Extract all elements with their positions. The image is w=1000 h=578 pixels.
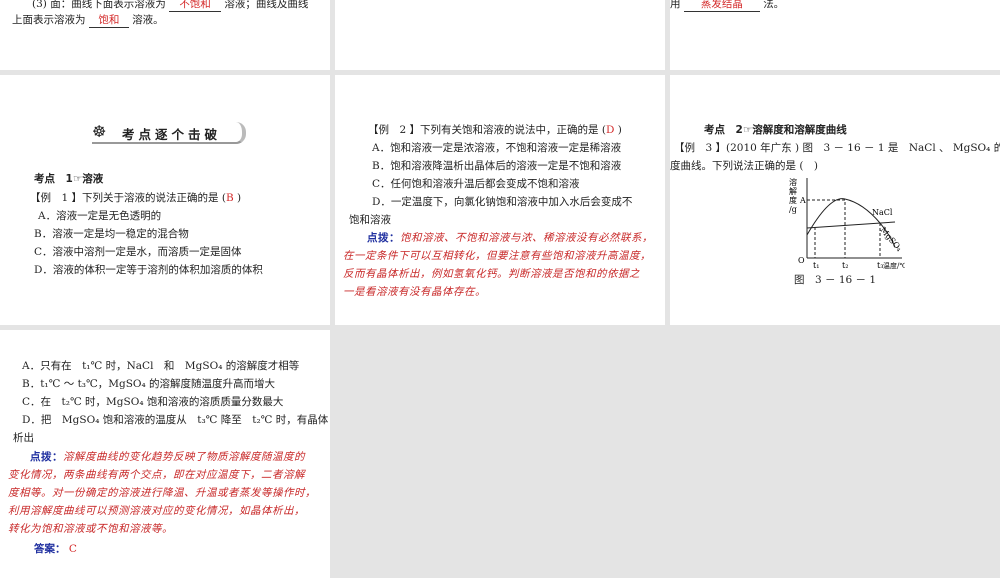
answer-blank: 不饱和 (169, 0, 222, 12)
pointing-hand-icon: ☞ (742, 124, 753, 136)
tip-line: 反而有晶体析出，例如氢氧化钙。判断溶液是否饱和的依据之 (343, 268, 640, 280)
option: C．任何饱和溶液升温后都会变成不饱和溶液 (372, 178, 580, 190)
question: 【例 3 】(2010 年广东 ) 图 3 － 16 － 1 是 NaCl 、 … (674, 142, 1000, 154)
text: (3) 面：曲线下面表示溶液为 (32, 0, 166, 10)
answer-label: 答案： (34, 543, 66, 555)
guide-lines (807, 199, 881, 258)
tip-line: 在一定条件下可以互相转化，但要注意有些饱和溶液升高温度， (343, 250, 651, 262)
origin-label: O (798, 256, 805, 265)
text: 溶解度和溶解度曲线 (752, 124, 847, 136)
slide-4[interactable]: ☸ 考点逐个击破 考点 1☞溶液 【例 1 】下列关于溶液的说法正确的是 (B … (0, 75, 330, 325)
text: 溶解度曲线的变化趋势反映了物质溶解度随温度的 (63, 451, 305, 463)
y-label: 度 (789, 195, 797, 205)
answer-blank: 饱和 (88, 12, 129, 28)
ship-wheel-icon: ☸ (92, 122, 107, 141)
y-label: /g (789, 205, 797, 214)
slide-6[interactable]: 考点 2☞溶解度和溶解度曲线 【例 3 】(2010 年广东 ) 图 3 － 1… (670, 75, 1000, 325)
solubility-curve-figure: 溶 解 度 /g A O t₁ t₂ t₃ 温度/℃ NaCl MgSO₄ (789, 177, 905, 270)
answer: C (68, 543, 77, 555)
text-line: 用 蒸发结晶 法。 (670, 0, 784, 12)
option: A．只有在 t₁℃ 时，NaCl 和 MgSO₄ 的溶解度才相等 (22, 360, 300, 372)
tip-line: 转化为饱和溶液或不饱和溶液等。 (8, 523, 173, 535)
text: 【例 1 】下列关于溶液的说法正确的是 ( (30, 192, 226, 204)
nacl-label: NaCl (872, 208, 893, 217)
option: B．溶液一定是均一稳定的混合物 (34, 228, 189, 240)
x-axis-label: 温度/℃ (883, 261, 905, 270)
text: 考点 2 (704, 124, 743, 136)
option: D．溶液的体积一定等于溶剂的体积加溶质的体积 (34, 264, 263, 276)
option: A．饱和溶液一定是浓溶液，不饱和溶液一定是稀溶液 (372, 142, 622, 154)
banner-title: 考点逐个击破 (122, 127, 222, 142)
text: ) (617, 124, 622, 136)
question: 度曲线。下列说法正确的是 ( ) (670, 160, 819, 172)
slide-3[interactable]: 用 蒸发结晶 法。 (670, 0, 1000, 70)
tip-line: 变化情况，两条曲线有两个交点，即在对应温度下，二者溶解 (8, 469, 305, 481)
tip-label: 点拨： (367, 232, 400, 244)
tip-line: 度相等。对一份确定的溶液进行降温、升温或者蒸发等操作时， (8, 487, 316, 499)
text: 溶液 (82, 173, 104, 185)
tip-line: 利用溶解度曲线可以预测溶液对应的变化情况，如晶体析出， (8, 505, 305, 517)
option: A．溶液一定是无色透明的 (38, 210, 162, 222)
text: 饱和溶液、不饱和溶液与浓、稀溶液没有必然联系， (400, 232, 653, 244)
slide-2[interactable] (335, 0, 665, 70)
option: C．在 t₂℃ 时，MgSO₄ 饱和溶液的溶质质量分数最大 (22, 396, 284, 408)
mgso4-label: MgSO₄ (878, 226, 903, 254)
slide-5[interactable]: 【例 2 】下列有关饱和溶液的说法中，正确的是 (D ) A．饱和溶液一定是浓溶… (335, 75, 665, 325)
text: 用 (670, 0, 681, 10)
section-banner: ☸ 考点逐个击破 (92, 122, 246, 144)
text-line: 上面表示溶液为 饱和 溶液。 (12, 12, 164, 28)
y-label: 溶 (789, 177, 797, 187)
text-line: (3) 面：曲线下面表示溶液为 不饱和 溶液；曲线及曲线 (32, 0, 308, 12)
text: 考点 1 (34, 173, 73, 185)
topic-heading: 考点 1☞溶液 (34, 171, 103, 186)
option: 饱和溶液 (349, 214, 391, 226)
option: 析出 (13, 432, 34, 444)
tip-line: 点拨：溶解度曲线的变化趋势反映了物质溶解度随温度的 (30, 449, 305, 464)
answer-line: 答案： C (34, 541, 77, 556)
option: D．把 MgSO₄ 饱和溶液的温度从 t₃℃ 降至 t₂℃ 时，有晶体 (22, 414, 329, 426)
answer-blank: 蒸发结晶 (683, 0, 760, 12)
t2-label: t₂ (842, 261, 848, 270)
pointing-hand-icon: ☞ (72, 173, 83, 185)
tip-line: 一是看溶液有没有晶体存在。 (343, 286, 486, 298)
tip-line: 点拨：饱和溶液、不饱和溶液与浓、稀溶液没有必然联系， (367, 230, 653, 245)
text: 法。 (763, 0, 785, 10)
tip-label: 点拨： (30, 451, 63, 463)
t1-label: t₁ (813, 261, 819, 270)
topic-heading: 考点 2☞溶解度和溶解度曲线 (704, 122, 847, 137)
question: 【例 1 】下列关于溶液的说法正确的是 (B ) (30, 190, 241, 205)
option: B．饱和溶液降温析出晶体后的溶液一定是不饱和溶液 (372, 160, 622, 172)
option: C．溶液中溶剂一定是水，而溶质一定是固体 (34, 246, 242, 258)
point-a-label: A (799, 196, 806, 205)
answer: B (225, 192, 234, 204)
answer: D (605, 124, 615, 136)
slide-1[interactable]: (3) 面：曲线下面表示溶液为 不饱和 溶液；曲线及曲线 上面表示溶液为 饱和 … (0, 0, 330, 70)
option: B．t₁℃ ～ t₃℃，MgSO₄ 的溶解度随温度升高而增大 (22, 378, 276, 390)
text: 溶液；曲线及曲线 (224, 0, 309, 10)
slide-7[interactable]: A．只有在 t₁℃ 时，NaCl 和 MgSO₄ 的溶解度才相等 B．t₁℃ ～… (0, 330, 330, 578)
text: ) (237, 192, 242, 204)
text: 溶液。 (132, 14, 164, 26)
question: 【例 2 】下列有关饱和溶液的说法中，正确的是 (D ) (368, 122, 622, 137)
text: 【例 2 】下列有关饱和溶液的说法中，正确的是 ( (368, 124, 606, 136)
text: 上面表示溶液为 (12, 14, 86, 26)
y-label: 解 (789, 186, 797, 196)
option: D．一定温度下，向氯化钠饱和溶液中加入水后会变成不 (372, 196, 633, 208)
figure-caption: 图 3 － 16 － 1 (794, 274, 877, 286)
